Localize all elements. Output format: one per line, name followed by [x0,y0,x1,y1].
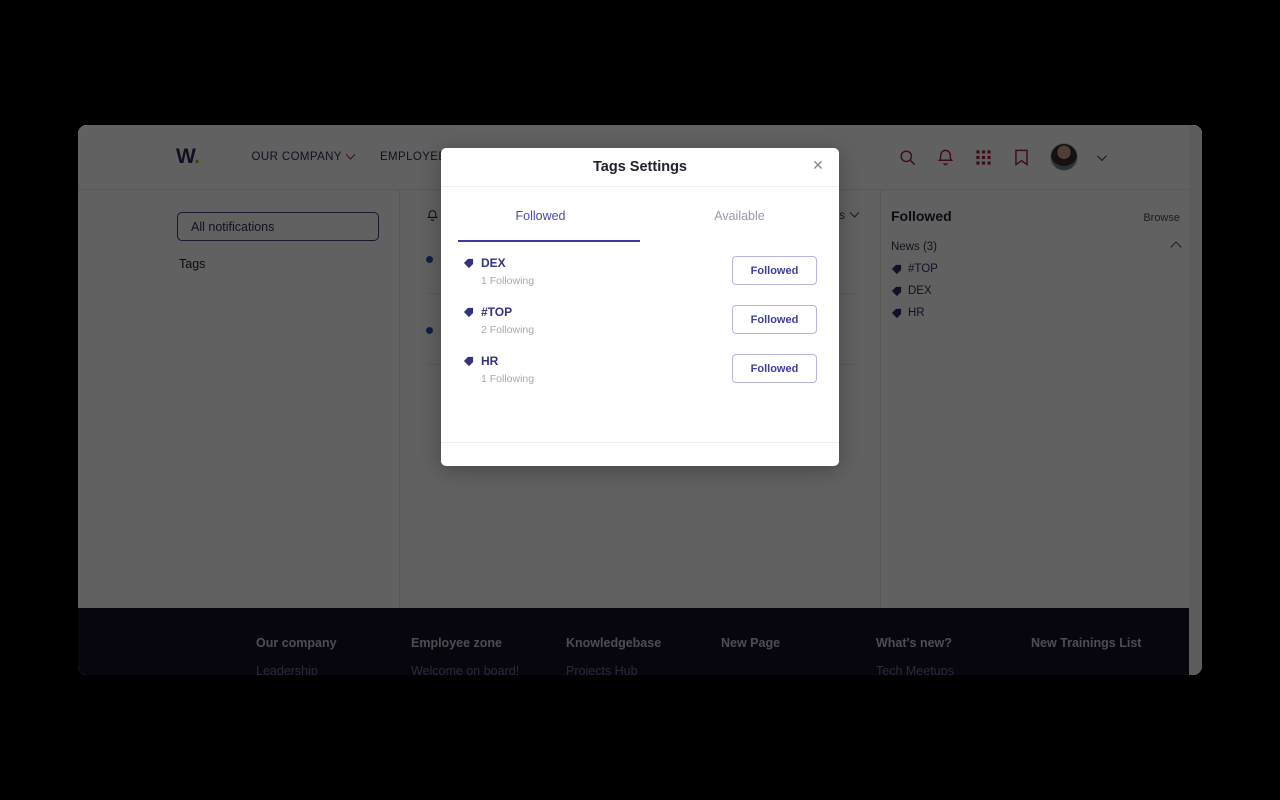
bookmark-icon[interactable] [1012,148,1031,167]
browse-link[interactable]: Browse [1143,212,1180,224]
tab-label: Available [714,209,765,223]
unread-dot-icon [426,327,433,334]
footer-column-title: Employee zone [411,636,502,650]
followed-header: Followed Browse [891,208,1180,224]
followed-button[interactable]: Followed [732,354,817,383]
logo-dot: . [194,145,200,168]
footer-column-whats-new: What's new? Tech Meetups Newsletter Our … [876,636,1031,675]
list-item: #TOP 2 Following Followed [463,305,817,336]
tab-followed[interactable]: Followed [441,209,640,240]
tag-name: #TOP [481,305,513,319]
dialog-footer [441,442,839,466]
dialog-tabs: Followed Available [441,187,839,240]
list-item: HR 1 Following Followed [463,354,817,385]
footer-column-title: New Page [721,636,781,650]
footer-column-new-trainings-list: New Trainings List [1031,636,1186,675]
footer-link[interactable]: Leadership [256,664,411,675]
followed-title: Followed [891,208,952,224]
tags-settings-dialog: Tags Settings ✕ Followed Available DEX 1… [441,148,839,466]
followed-tag-label: #TOP [908,263,938,275]
search-icon[interactable] [898,148,917,167]
tag-info: HR 1 Following [463,354,534,385]
sidebar-item-label: All notifications [191,219,275,234]
logo-text: W [176,145,195,168]
tag-following-count: 1 Following [481,275,535,287]
followed-button[interactable]: Followed [732,305,817,334]
tag-name-row[interactable]: HR [463,354,534,368]
followed-tag-label: HR [908,307,925,319]
tag-info: DEX 1 Following [463,256,534,287]
avatar[interactable] [1050,143,1078,171]
followed-tag-hr[interactable]: HR [891,307,1180,319]
tag-icon [463,356,474,366]
bell-icon [427,210,438,221]
footer-column-title: New Trainings List [1031,636,1142,650]
tag-name: HR [481,354,499,368]
chevron-up-icon[interactable] [1170,241,1182,253]
left-sidebar: All notifications Tags [78,190,400,608]
footer-column-our-company: Our company Leadership Our Locations Com… [256,636,411,675]
tag-icon [891,308,902,318]
sidebar-item-tags[interactable]: Tags [177,257,379,271]
tag-name: DEX [481,256,506,270]
tag-info: #TOP 2 Following [463,305,534,336]
page-scrollbar[interactable] [1189,125,1202,675]
followed-group-label: News (3) [891,241,938,253]
footer-column-title: What's new? [876,636,952,650]
footer-column-employee-zone: Employee zone Welcome on board! Internal… [411,636,566,675]
footer-column-title: Our company [256,636,337,650]
tag-icon [891,286,902,296]
followed-tag-dex[interactable]: DEX [891,285,1180,297]
footer-link[interactable]: Projects Hub [566,664,721,675]
right-sidebar: Followed Browse News (3) #TOP DEX HR [880,190,1202,608]
followed-group[interactable]: News (3) [891,241,1182,253]
tag-name-row[interactable]: #TOP [463,305,534,319]
chevron-down-icon[interactable] [1096,150,1107,161]
nav-item-our-company[interactable]: OUR COMPANY [251,149,356,163]
footer-link[interactable]: Welcome on board! [411,664,566,675]
dialog-title: Tags Settings [593,159,687,175]
tag-icon [891,264,902,274]
list-item: DEX 1 Following Followed [463,256,817,287]
footer-column-title: Knowledgebase [566,636,662,650]
followed-button[interactable]: Followed [732,256,817,285]
tag-following-count: 2 Following [481,324,535,336]
apps-grid-icon[interactable] [974,148,993,167]
sidebar-item-label: Tags [179,257,206,271]
followed-tags-list: DEX 1 Following Followed #TOP 2 Followin… [441,242,839,442]
bell-icon[interactable] [936,148,955,167]
sidebar-item-all-notifications[interactable]: All notifications [177,212,379,241]
unread-dot-icon [426,398,433,405]
tag-icon [463,307,474,317]
footer-link[interactable]: Tech Meetups [876,664,1031,675]
unread-dot-icon [426,256,433,263]
site-footer: Our company Leadership Our Locations Com… [78,608,1202,675]
close-icon[interactable]: ✕ [808,155,828,175]
tag-following-count: 1 Following [481,373,535,385]
tag-icon [463,258,474,268]
followed-tag-label: DEX [908,285,932,297]
tab-available[interactable]: Available [640,209,839,240]
footer-column-knowledgebase: Knowledgebase Projects Hub Products Serv… [566,636,721,675]
chevron-down-icon [849,207,860,218]
followed-tag-top[interactable]: #TOP [891,263,1180,275]
chevron-down-icon [345,149,356,160]
tag-name-row[interactable]: DEX [463,256,534,270]
header-actions [898,143,1107,171]
footer-column-new-page: New Page [721,636,876,675]
site-logo[interactable]: W. [176,145,200,169]
dialog-header: Tags Settings ✕ [441,148,839,187]
nav-item-label: OUR COMPANY [251,151,342,163]
tab-label: Followed [515,209,566,223]
